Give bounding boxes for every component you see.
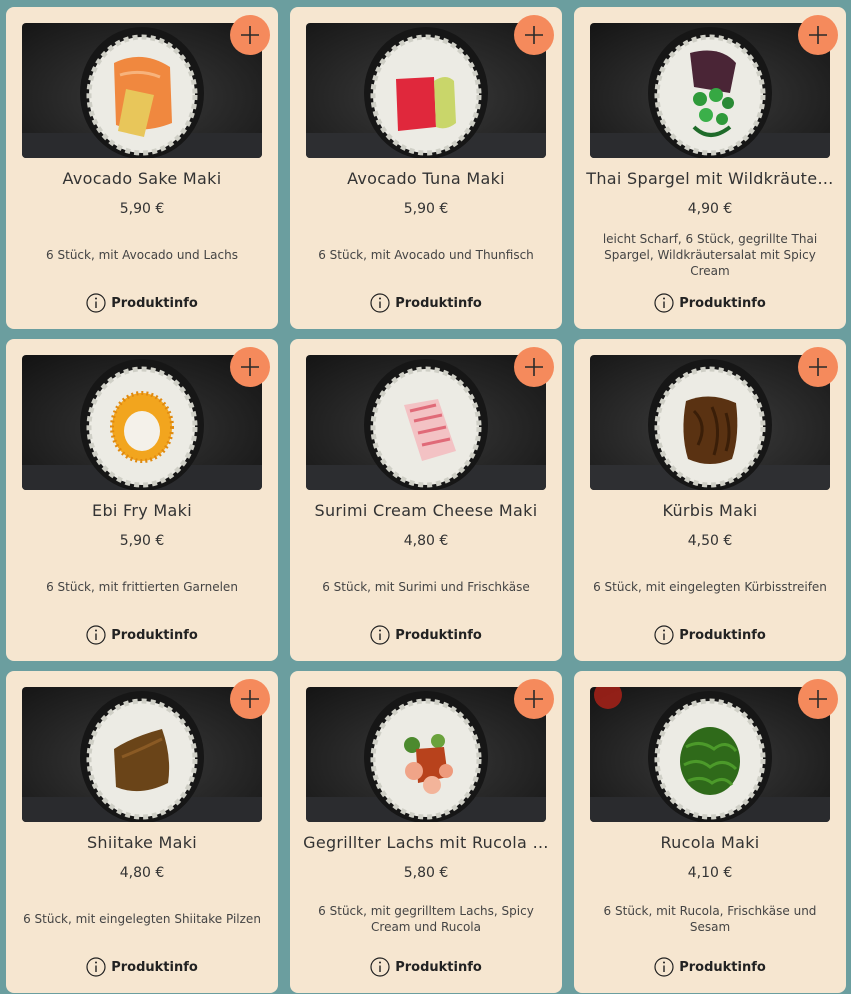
product-price: 5,90 € [119,533,165,549]
product-info-label: Produktinfo [679,295,766,311]
add-to-cart-button[interactable] [230,15,270,55]
add-to-cart-button[interactable] [514,15,554,55]
add-to-cart-button[interactable] [798,347,838,387]
product-name: Shiitake Maki [86,833,198,852]
product-info-button[interactable]: Produktinfo [290,625,562,645]
product-card[interactable]: Ebi Fry Maki 5,90 € 6 Stück, mit frittie… [6,339,278,661]
product-name: Kürbis Maki [662,501,758,520]
product-image[interactable] [22,355,262,490]
plus-icon [809,358,827,376]
product-price: 5,90 € [119,201,165,217]
product-price: 4,10 € [687,865,733,881]
product-card[interactable]: Shiitake Maki 4,80 € 6 Stück, mit eingel… [6,671,278,993]
product-price: 4,80 € [403,533,449,549]
product-info-label: Produktinfo [395,627,482,643]
product-image[interactable] [590,687,830,822]
product-info-label: Produktinfo [679,627,766,643]
product-info-label: Produktinfo [111,295,198,311]
info-icon [86,957,106,977]
product-price: 4,80 € [119,865,165,881]
product-price: 5,90 € [403,201,449,217]
product-image[interactable] [306,355,546,490]
add-to-cart-button[interactable] [514,679,554,719]
product-price: 4,90 € [687,201,733,217]
product-price: 4,50 € [687,533,733,549]
plus-icon [525,26,543,44]
product-card[interactable]: Rucola Maki 4,10 € 6 Stück, mit Rucola, … [574,671,846,993]
product-info-button[interactable]: Produktinfo [6,293,278,313]
product-name: Avocado Tuna Maki [347,169,505,188]
product-name: Gegrillter Lachs mit Rucola … [303,833,549,852]
product-image[interactable] [22,23,262,158]
product-info-label: Produktinfo [679,959,766,975]
product-card[interactable]: Avocado Sake Maki 5,90 € 6 Stück, mit Av… [6,7,278,329]
product-info-label: Produktinfo [111,627,198,643]
product-description: 6 Stück, mit Rucola, Frischkäse und Sesa… [603,904,817,934]
product-description: 6 Stück, mit gegrilltem Lachs, Spicy Cre… [318,904,534,934]
product-price: 5,80 € [403,865,449,881]
plus-icon [525,358,543,376]
add-to-cart-button[interactable] [798,679,838,719]
product-description: 6 Stück, mit Avocado und Lachs [46,248,238,262]
product-description: 6 Stück, mit eingelegten Kürbisstreifen [593,580,827,594]
product-card[interactable]: Avocado Tuna Maki 5,90 € 6 Stück, mit Av… [290,7,562,329]
product-description: 6 Stück, mit frittierten Garnelen [46,580,238,594]
plus-icon [525,690,543,708]
info-icon [654,625,674,645]
plus-icon [241,26,259,44]
product-info-button[interactable]: Produktinfo [574,625,846,645]
plus-icon [241,690,259,708]
plus-icon [809,690,827,708]
product-info-button[interactable]: Produktinfo [290,957,562,977]
product-description: 6 Stück, mit Surimi und Frischkäse [322,580,530,594]
plus-icon [241,358,259,376]
product-info-label: Produktinfo [395,959,482,975]
product-card[interactable]: Kürbis Maki 4,50 € 6 Stück, mit eingeleg… [574,339,846,661]
product-image[interactable] [306,23,546,158]
product-info-label: Produktinfo [395,295,482,311]
info-icon [86,625,106,645]
info-icon [654,293,674,313]
product-card[interactable]: Gegrillter Lachs mit Rucola … 5,80 € 6 S… [290,671,562,993]
add-to-cart-button[interactable] [514,347,554,387]
product-card[interactable]: Surimi Cream Cheese Maki 4,80 € 6 Stück,… [290,339,562,661]
product-image[interactable] [590,23,830,158]
plus-icon [809,26,827,44]
product-info-button[interactable]: Produktinfo [6,625,278,645]
product-name: Rucola Maki [660,833,760,852]
info-icon [86,293,106,313]
info-icon [654,957,674,977]
product-name: Thai Spargel mit Wildkräute… [586,169,834,188]
product-description: leicht Scharf, 6 Stück, gegrillte Thai S… [602,232,818,278]
product-info-button[interactable]: Produktinfo [6,957,278,977]
product-grid: Avocado Sake Maki 5,90 € 6 Stück, mit Av… [0,0,851,994]
product-description: 6 Stück, mit Avocado und Thunfisch [318,248,534,262]
product-name: Surimi Cream Cheese Maki [314,501,538,520]
product-image[interactable] [22,687,262,822]
product-name: Ebi Fry Maki [92,501,192,520]
product-info-button[interactable]: Produktinfo [574,957,846,977]
product-card[interactable]: Thai Spargel mit Wildkräute… 4,90 € leic… [574,7,846,329]
product-image[interactable] [306,687,546,822]
add-to-cart-button[interactable] [798,15,838,55]
info-icon [370,293,390,313]
info-icon [370,957,390,977]
product-image[interactable] [590,355,830,490]
product-info-button[interactable]: Produktinfo [290,293,562,313]
add-to-cart-button[interactable] [230,347,270,387]
product-description: 6 Stück, mit eingelegten Shiitake Pilzen [23,912,261,926]
product-info-button[interactable]: Produktinfo [574,293,846,313]
info-icon [370,625,390,645]
add-to-cart-button[interactable] [230,679,270,719]
product-info-label: Produktinfo [111,959,198,975]
product-name: Avocado Sake Maki [62,169,222,188]
